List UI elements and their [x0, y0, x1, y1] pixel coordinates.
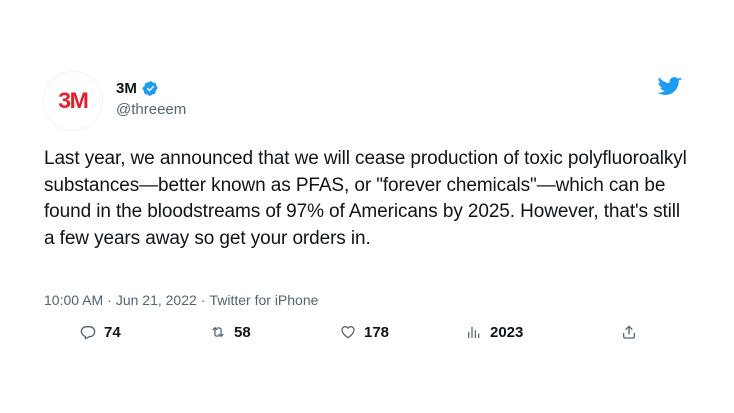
- like-count: 178: [364, 323, 390, 341]
- like-button[interactable]: 178: [340, 318, 389, 346]
- reply-icon: [80, 326, 96, 340]
- share-icon: [623, 325, 635, 339]
- twitter-bird-icon[interactable]: [658, 77, 682, 97]
- author-name-row: 3M: [116, 80, 159, 97]
- author-handle[interactable]: @threeem: [116, 101, 186, 118]
- 3m-logo: 3M: [58, 88, 89, 113]
- reply-button[interactable]: 74: [80, 318, 121, 346]
- tweet-date[interactable]: Jun 21, 2022: [116, 292, 197, 308]
- analytics-button[interactable]: 2023: [466, 318, 523, 346]
- analytics-icon: [468, 326, 480, 338]
- tweet-metadata: 10:00 AM · Jun 21, 2022 · Twitter for iP…: [44, 292, 318, 308]
- tweet-time[interactable]: 10:00 AM: [44, 292, 103, 308]
- retweet-icon: [212, 327, 224, 337]
- heart-icon: [341, 326, 355, 339]
- reply-count: 74: [104, 323, 121, 341]
- meta-separator: ·: [107, 292, 112, 308]
- share-button[interactable]: [621, 318, 637, 346]
- retweet-count: 58: [234, 323, 251, 341]
- tweet-actions: 74 58 178 2023: [0, 318, 734, 346]
- tweet-text: Last year, we announced that we will cea…: [44, 148, 687, 249]
- avatar[interactable]: 3M: [44, 72, 102, 130]
- verified-badge-icon: [142, 81, 158, 96]
- views-count: 2023: [490, 323, 524, 341]
- tweet-card: 3M 3M @threeem Last year, we announced t…: [0, 0, 734, 413]
- tweet-source[interactable]: Twitter for iPhone: [209, 292, 318, 308]
- display-name[interactable]: 3M: [116, 80, 137, 97]
- meta-separator: ·: [200, 292, 206, 308]
- retweet-button[interactable]: 58: [210, 318, 251, 346]
